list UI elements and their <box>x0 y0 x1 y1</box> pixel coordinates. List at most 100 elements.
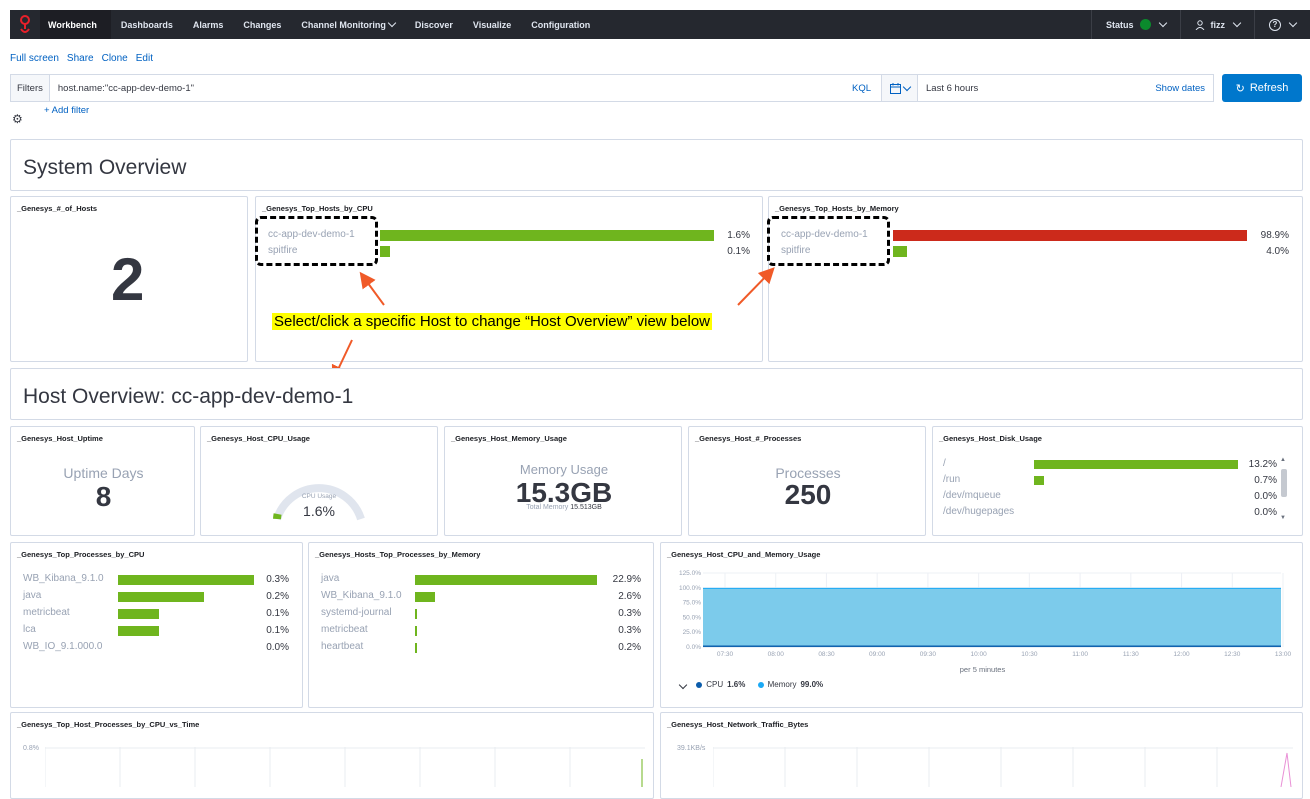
process-value: 0.0% <box>266 642 289 653</box>
process-bar <box>415 592 436 602</box>
x-tick-label: 13:00 <box>1275 651 1292 658</box>
process-label: metricbeat <box>321 624 368 635</box>
nav-discover[interactable]: Discover <box>405 10 463 39</box>
disk-label: /dev/hugepages <box>943 506 1015 517</box>
x-tick-label: 12:30 <box>1224 651 1241 658</box>
user-menu[interactable]: fizz <box>1179 10 1255 39</box>
y-tick-label: 75.0% <box>683 600 702 607</box>
host-bar[interactable] <box>380 230 714 241</box>
genesys-logo-icon[interactable] <box>10 10 40 39</box>
process-value: 0.1% <box>266 608 289 619</box>
x-tick-label: 10:00 <box>970 651 987 658</box>
nav-configuration[interactable]: Configuration <box>521 10 600 39</box>
share-link[interactable]: Share <box>67 53 94 64</box>
help-menu[interactable]: ? <box>1254 10 1310 39</box>
panel-title: _Genesys_Host_Network_Traffic_Bytes <box>667 720 809 729</box>
process-label: systemd-journal <box>321 607 392 618</box>
nav-changes[interactable]: Changes <box>233 10 291 39</box>
process-label: WB_IO_9.1.000.0 <box>23 641 103 652</box>
chevron-down-icon <box>387 18 397 28</box>
gauge-label: CPU Usage <box>301 493 337 500</box>
scrollbar-thumb[interactable] <box>1281 469 1287 497</box>
host-overview-panel: Host Overview: cc-app-dev-demo-1 <box>10 368 1303 420</box>
calendar-quick-menu[interactable] <box>882 75 918 101</box>
status-menu[interactable]: Status <box>1090 10 1180 39</box>
network-traffic-panel: _Genesys_Host_Network_Traffic_Bytes 39.1… <box>660 712 1303 799</box>
cpu-memory-chart-panel: _Genesys_Host_CPU_and_Memory_Usage 125.0… <box>660 542 1303 708</box>
add-filter-link[interactable]: + Add filter <box>44 105 89 116</box>
status-indicator-icon <box>1139 19 1151 30</box>
kql-toggle[interactable]: KQL <box>842 83 881 94</box>
time-range[interactable]: Last 6 hours <box>918 83 1155 94</box>
calendar-icon <box>889 82 901 94</box>
nav-channel-monitoring[interactable]: Channel Monitoring <box>291 10 405 39</box>
processes-value: 250 <box>784 479 832 510</box>
total-memory-label: Total Memory <box>526 504 569 511</box>
nav-visualize[interactable]: Visualize <box>463 10 521 39</box>
disk-label: /dev/mqueue <box>943 490 1001 501</box>
full-screen-link[interactable]: Full screen <box>10 53 59 64</box>
panel-title: _Genesys_Top_Host_Processes_by_CPU_vs_Ti… <box>17 720 200 729</box>
legend-dot-icon <box>757 681 764 688</box>
disk-value: 0.0% <box>1254 491 1277 502</box>
legend-item-memory[interactable]: Memory 99.0% <box>757 680 824 689</box>
nav-alarms[interactable]: Alarms <box>183 10 234 39</box>
filters-label[interactable]: Filters <box>11 75 50 101</box>
scroll-down-icon[interactable]: ▼ <box>1280 515 1286 521</box>
process-label: java <box>321 573 340 584</box>
process-bar <box>415 575 597 585</box>
process-value: 0.2% <box>618 642 641 653</box>
cpu-vs-time-grid <box>45 747 645 787</box>
process-bar <box>415 626 418 636</box>
panel-title: _Genesys_Hosts_Top_Processes_by_Memory <box>315 550 481 559</box>
refresh-button[interactable]: ↻ Refresh <box>1222 74 1302 102</box>
scroll-up-icon[interactable]: ▲ <box>1280 457 1286 463</box>
host-bar[interactable] <box>380 246 390 257</box>
x-tick-label: 10:30 <box>1021 651 1038 658</box>
series-area-memory[interactable] <box>703 588 1281 647</box>
chevron-down-icon <box>1232 18 1242 28</box>
highlight-box <box>767 216 890 266</box>
panel-title: _Genesys_Host_Uptime <box>17 434 103 443</box>
legend-value: 99.0% <box>800 680 824 689</box>
y-tick-label: 25.0% <box>683 629 702 636</box>
process-value: 0.3% <box>266 574 289 585</box>
uptime-value: 8 <box>95 481 112 512</box>
host-bar[interactable] <box>893 230 1247 241</box>
nav-dashboards[interactable]: Dashboards <box>111 10 183 39</box>
x-tick-label: 11:00 <box>1072 651 1088 658</box>
host-memory-usage-panel: _Genesys_Host_Memory_Usage Memory Usage … <box>444 426 682 536</box>
legend-dot-icon <box>696 681 703 688</box>
host-value: 4.0% <box>1266 246 1289 257</box>
annotation-callout: Select/click a specific Host to change “… <box>272 313 712 330</box>
query-input[interactable]: host.name:"cc-app-dev-demo-1" <box>50 83 842 94</box>
cpu-memory-area-chart[interactable]: 125.0% 100.0% 75.0% 50.0% 25.0% 0.0% 07:30 08:0… <box>661 563 1304 678</box>
chevron-down-icon <box>1288 18 1298 28</box>
show-dates-link[interactable]: Show dates <box>1155 83 1213 94</box>
host-uptime-panel: _Genesys_Host_Uptime Uptime Days 8 <box>10 426 195 536</box>
edit-link[interactable]: Edit <box>136 53 153 64</box>
host-bar[interactable] <box>893 246 907 257</box>
x-tick-label: 12:00 <box>1173 651 1190 658</box>
clone-link[interactable]: Clone <box>102 53 128 64</box>
help-icon: ? <box>1269 18 1281 31</box>
nav-channel-monitoring-label: Channel Monitoring <box>301 19 386 30</box>
total-memory-value: 15.513GB <box>570 504 602 511</box>
panel-title: _Genesys_Host_Memory_Usage <box>451 434 567 443</box>
brand-name[interactable]: Workbench <box>40 10 111 39</box>
process-label: heartbeat <box>321 641 364 652</box>
chevron-down-icon[interactable] <box>678 680 688 689</box>
panel-title: _Genesys_Host_CPU_Usage <box>207 434 310 443</box>
process-value: 0.1% <box>266 625 289 636</box>
host-cpu-usage-panel: _Genesys_Host_CPU_Usage CPU Usage 1.6% <box>200 426 438 536</box>
gear-icon[interactable]: ⚙ <box>12 112 23 126</box>
scrollbar[interactable]: ▲ ▼ <box>1280 457 1288 525</box>
host-disk-usage-panel: _Genesys_Host_Disk_Usage / 13.2% /run 0.… <box>932 426 1303 536</box>
refresh-label: Refresh <box>1249 82 1289 94</box>
panel-title: _Genesys_Top_Hosts_by_CPU <box>262 204 373 213</box>
legend-item-cpu[interactable]: CPU 1.6% <box>696 680 745 689</box>
network-traffic-grid <box>713 747 1293 787</box>
x-tick-label: 08:30 <box>818 651 835 658</box>
chevron-down-icon <box>902 82 911 91</box>
user-icon <box>1195 19 1204 30</box>
